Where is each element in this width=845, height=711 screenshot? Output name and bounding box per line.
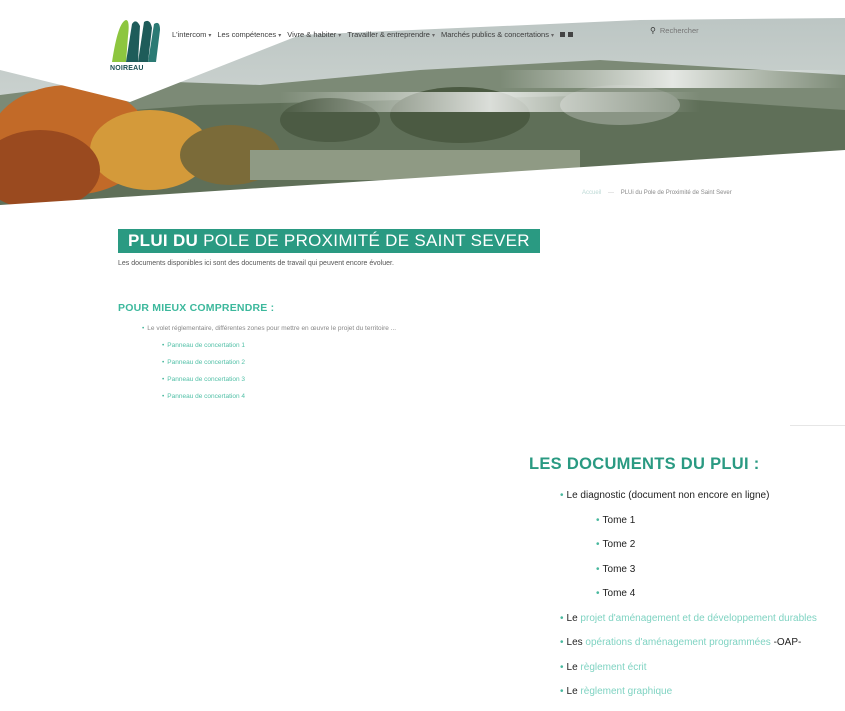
chevron-down-icon: ▾	[278, 32, 282, 39]
tome-label: Tome 3	[602, 563, 636, 575]
documents-heading: LES DOCUMENTS DU PLUI :	[529, 455, 760, 473]
bullet-icon: •	[560, 686, 564, 697]
list-item: • Les opérations d'aménagement programmée…	[560, 637, 817, 662]
logo-wordmark: NOIREAU	[110, 65, 144, 72]
chevron-down-icon: ▾	[338, 32, 342, 39]
page-intro: Les documents disponibles ici sont des d…	[118, 260, 394, 267]
list-item-prefix: Les	[566, 637, 583, 648]
panel-link-3[interactable]: • Panneau de concertation 3	[162, 376, 396, 383]
breadcrumb: Accueil — PLUi du Pole de Proximité de S…	[582, 190, 732, 196]
facebook-icon[interactable]	[559, 31, 565, 37]
panel-link-label: Panneau de concertation 2	[167, 359, 245, 366]
nav-item-label: Vivre & habiter	[287, 29, 337, 39]
tome-link-4[interactable]: • Tome 4	[560, 588, 817, 613]
breadcrumb-separator: —	[608, 190, 615, 196]
nav-item-label: Les compétences	[217, 29, 277, 39]
tome-link-1[interactable]: • Tome 1	[560, 515, 817, 540]
panel-link-4[interactable]: • Panneau de concertation 4	[162, 393, 396, 400]
page-title: PLUI DU POLE DE PROXIMITÉ DE SAINT SEVER	[118, 229, 540, 253]
search-icon[interactable]: ⚲	[650, 26, 656, 35]
list-item: • Le règlement graphique	[560, 686, 817, 711]
bullet-icon: •	[162, 359, 165, 366]
chevron-down-icon: ▾	[431, 32, 435, 39]
nav-item-marches[interactable]: Marchés publics & concertations ▾	[441, 30, 554, 39]
bullet-icon: •	[560, 661, 564, 673]
diagnostic-label: Le diagnostic (document non encore en li…	[566, 490, 770, 501]
bullet-icon: •	[560, 637, 564, 648]
reglement-ecrit-link[interactable]: règlement écrit	[580, 662, 646, 673]
bullet-icon: •	[596, 563, 600, 575]
tome-label: Tome 1	[602, 514, 636, 526]
page-title-strong: PLUI DU	[128, 231, 199, 250]
panel-link-label: Panneau de concertation 3	[167, 376, 245, 383]
page-title-rest: POLE DE PROXIMITÉ DE SAINT SEVER	[203, 231, 530, 250]
reglement-graphique-link[interactable]: règlement graphique	[580, 686, 672, 697]
breadcrumb-current: PLUi du Pole de Proximité de Saint Sever	[620, 190, 732, 196]
tome-link-2[interactable]: • Tome 2	[560, 539, 817, 564]
nav-item-intercom[interactable]: L'intercom ▾	[172, 30, 211, 39]
tome-label: Tome 4	[602, 588, 636, 599]
tome-link-3[interactable]: • Tome 3	[560, 564, 817, 589]
list-item: • Le règlement écrit	[560, 662, 817, 687]
bullet-icon: •	[596, 514, 600, 526]
oap-link[interactable]: opérations d'aménagement programmées	[585, 637, 770, 648]
list-item: • Le projet d'aménagement et de développe…	[560, 613, 817, 638]
divider	[790, 425, 845, 426]
panel-link-label: Panneau de concertation 1	[167, 342, 245, 349]
panel-link-label: Panneau de concertation 4	[167, 393, 245, 400]
list-item: • Le volet réglementaire, différentes zon…	[142, 325, 396, 332]
nav-item-competences[interactable]: Les compétences ▾	[217, 30, 281, 39]
list-item: • Le diagnostic (document non encore en l…	[560, 490, 817, 515]
chevron-down-icon: ▾	[208, 32, 212, 39]
bullet-icon: •	[596, 588, 600, 599]
nav-item-vivre[interactable]: Vivre & habiter ▾	[287, 30, 341, 39]
documents-list: • Le diagnostic (document non encore en l…	[560, 490, 817, 711]
breadcrumb-home-link[interactable]: Accueil	[582, 190, 601, 196]
chevron-down-icon: ▾	[550, 32, 554, 39]
understand-list: • Le volet réglementaire, différentes zon…	[142, 325, 396, 410]
list-item-prefix: Le	[566, 612, 578, 624]
list-item-suffix: -OAP-	[773, 637, 802, 648]
list-item-text: Le volet réglementaire, différentes zone…	[147, 325, 397, 332]
bullet-icon: •	[162, 376, 165, 383]
bullet-icon: •	[560, 612, 564, 624]
site-logo[interactable]	[108, 14, 168, 94]
understand-heading: POUR MIEUX COMPRENDRE :	[118, 302, 275, 314]
bullet-icon: •	[596, 539, 600, 550]
email-icon[interactable]	[567, 31, 573, 37]
panel-link-2[interactable]: • Panneau de concertation 2	[162, 359, 396, 366]
panel-link-1[interactable]: • Panneau de concertation 1	[162, 342, 396, 349]
nav-item-travailler[interactable]: Travailler & entreprendre ▾	[347, 30, 435, 39]
main-navigation: L'intercom ▾ Les compétences ▾ Vivre & hab…	[172, 28, 576, 40]
search-bar: ⚲	[650, 26, 750, 35]
padd-link[interactable]: projet d'aménagement et de développement…	[580, 613, 817, 624]
tome-label: Tome 2	[602, 539, 636, 550]
list-item-prefix: Le	[566, 686, 578, 697]
bullet-icon: •	[560, 490, 564, 501]
search-input[interactable]	[659, 26, 750, 35]
bullet-icon: •	[162, 342, 165, 349]
nav-item-label: Marchés publics & concertations	[440, 29, 549, 39]
nav-item-label: L'intercom	[172, 29, 207, 39]
bullet-icon: •	[142, 325, 145, 332]
bullet-icon: •	[162, 393, 165, 400]
list-item-prefix: Le	[566, 661, 578, 673]
nav-item-label: Travailler & entreprendre	[347, 29, 430, 39]
logo-mark-icon	[112, 20, 160, 62]
